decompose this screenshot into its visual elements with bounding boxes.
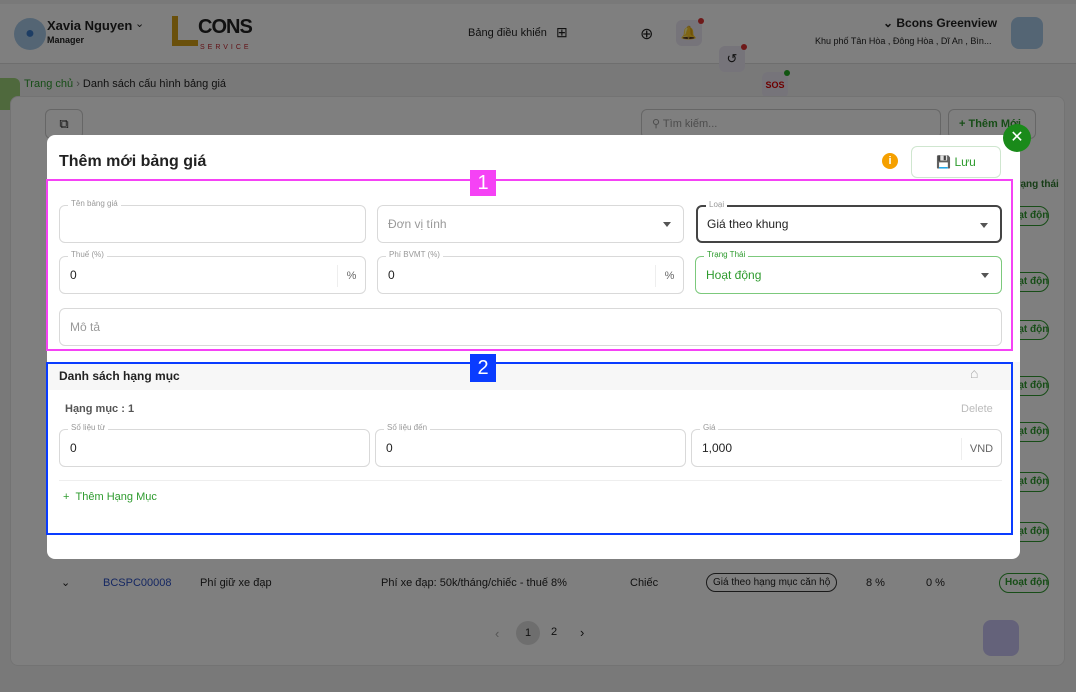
annotation-label-1: 1 <box>470 170 496 196</box>
close-icon[interactable]: ✕ <box>1003 124 1031 152</box>
annotation-box-1 <box>46 179 1013 351</box>
modal-title: Thêm mới bảng giá <box>59 153 207 170</box>
save-icon: 💾 <box>936 155 952 169</box>
info-icon[interactable]: i <box>882 153 898 169</box>
annotation-box-2 <box>46 362 1013 535</box>
save-button[interactable]: 💾 Lưu <box>911 146 1001 178</box>
save-label: Lưu <box>954 155 976 169</box>
annotation-label-2: 2 <box>470 354 496 382</box>
